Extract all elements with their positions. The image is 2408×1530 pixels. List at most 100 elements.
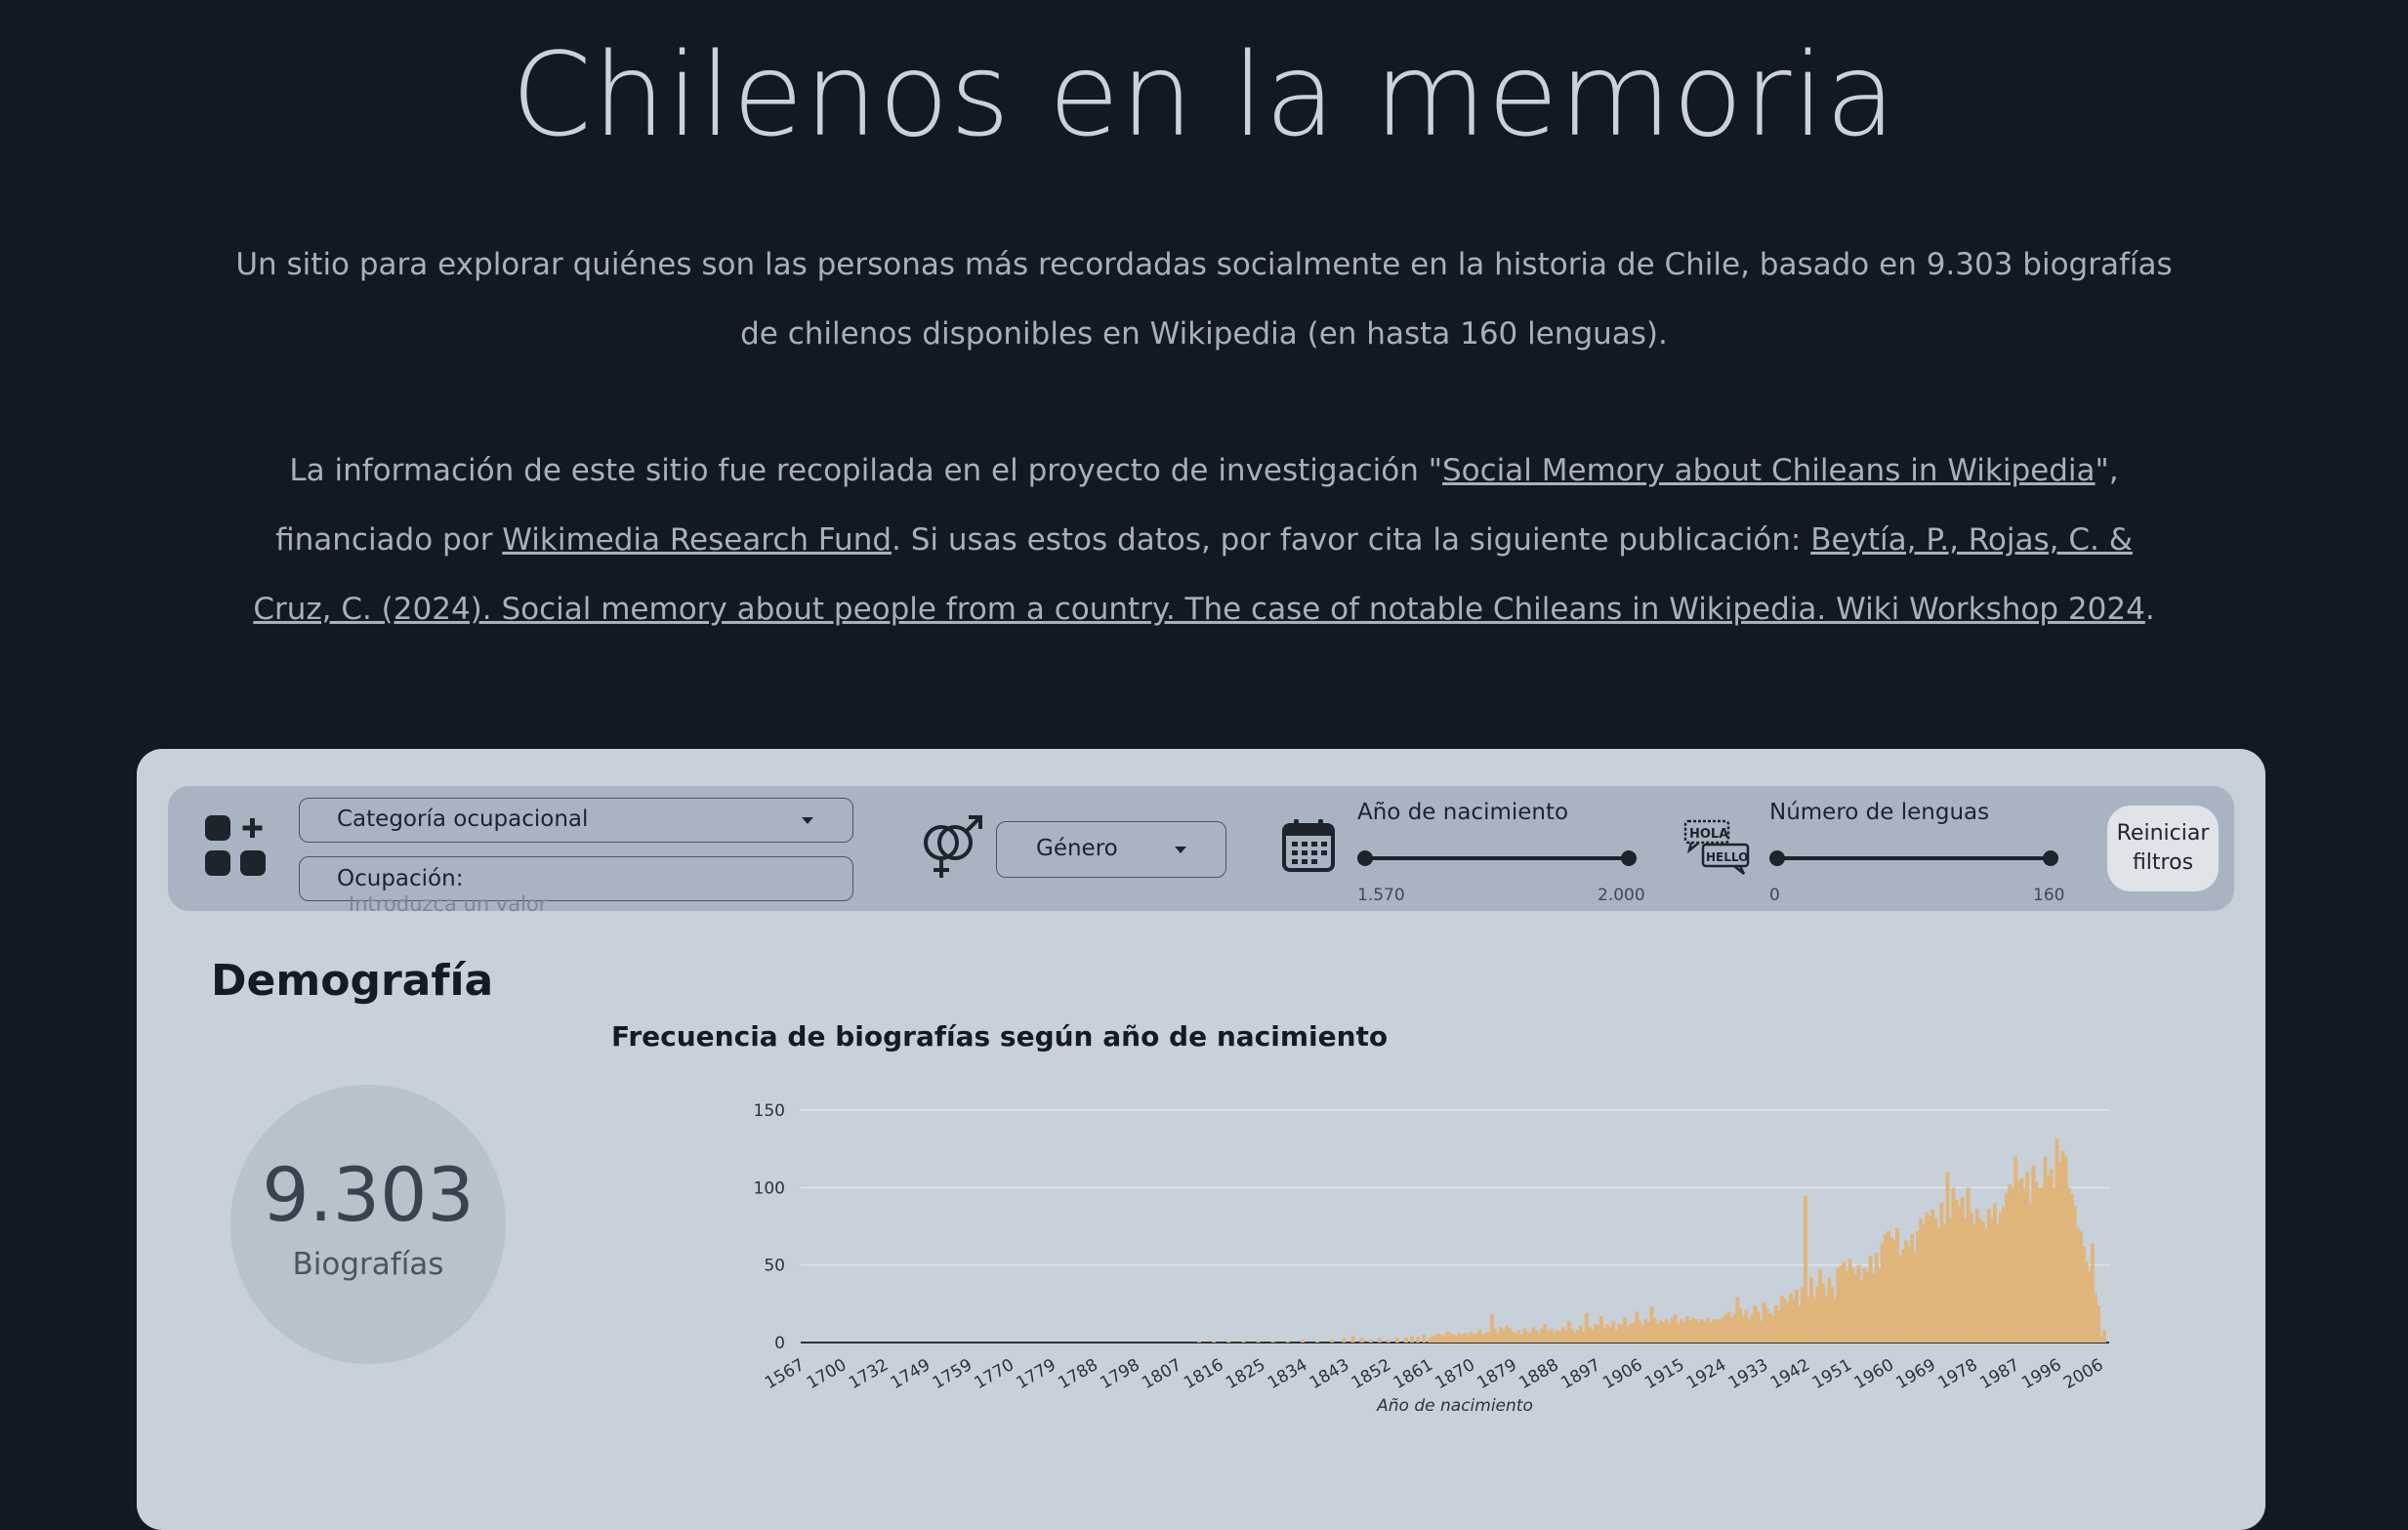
bar: [1196, 1341, 1201, 1343]
reset-label-2: filtros: [2132, 850, 2194, 875]
chevron-down-icon: [1175, 847, 1186, 853]
languages-title: Número de lenguas: [1769, 800, 1990, 825]
x-tick-label: 1749: [888, 1355, 934, 1393]
x-tick-label: 1915: [1641, 1355, 1687, 1393]
birth-year-min-label: 1.570: [1357, 886, 1405, 905]
svg-text:HOLA: HOLA: [1689, 827, 1728, 842]
x-tick-label: 1700: [804, 1355, 850, 1393]
bar: [1285, 1341, 1290, 1343]
apps-plus-icon: [205, 815, 266, 876]
y-tick-label: 150: [754, 1101, 785, 1121]
languages-track[interactable]: [1777, 856, 2051, 860]
languages-min-handle[interactable]: [1769, 850, 1785, 866]
bar: [1377, 1338, 1382, 1343]
languages-max-handle[interactable]: [2043, 850, 2058, 866]
x-tick-label: 1861: [1391, 1355, 1436, 1393]
credits-text-4: .: [2144, 592, 2155, 627]
bar: [1394, 1338, 1399, 1343]
x-tick-label: 1888: [1515, 1355, 1561, 1393]
bar: [1241, 1341, 1246, 1343]
x-tick-label: 1933: [1725, 1355, 1771, 1393]
bar: [1350, 1336, 1355, 1343]
x-tick-label: 1759: [930, 1355, 976, 1393]
gender-select-value: Género: [1036, 836, 1118, 861]
wikimedia-fund-link[interactable]: Wikimedia Research Fund: [502, 522, 892, 558]
x-tick-label: 1843: [1307, 1355, 1352, 1393]
bar: [1422, 1335, 1427, 1343]
x-tick-label: 1897: [1557, 1355, 1603, 1393]
x-tick-label: 1779: [1013, 1355, 1059, 1393]
x-tick-label: 1788: [1055, 1355, 1100, 1393]
x-tick-label: 1951: [1809, 1355, 1855, 1393]
x-tick-label: 1816: [1181, 1355, 1226, 1393]
bar: [1256, 1341, 1261, 1343]
bar: [1386, 1339, 1391, 1343]
birth-year-track[interactable]: [1365, 856, 1629, 860]
calendar-icon: [1282, 819, 1335, 872]
y-tick-label: 50: [764, 1257, 785, 1276]
dashboard-panel: Categoría ocupacional Ocupación: Género: [137, 749, 2265, 1530]
gender-symbol-icon: [924, 815, 982, 878]
x-tick-label: 1870: [1432, 1355, 1477, 1393]
x-tick-label: 1770: [972, 1355, 1017, 1393]
x-tick-label: 1960: [1851, 1355, 1897, 1393]
reset-label-1: Reiniciar: [2116, 821, 2210, 846]
languages-min-label: 0: [1769, 886, 1780, 905]
occupation-category-value: Categoría ocupacional: [337, 806, 589, 832]
section-title-demografia: Demografía: [211, 956, 494, 1006]
bar: [1212, 1341, 1217, 1343]
bar: [1270, 1341, 1275, 1343]
x-tick-label: 1906: [1599, 1355, 1645, 1393]
bar: [1404, 1338, 1409, 1343]
intro-text: Un sitio para explorar quiénes son las p…: [235, 247, 2173, 351]
gender-select[interactable]: Género: [996, 821, 1226, 878]
x-tick-label: 1825: [1223, 1355, 1268, 1393]
occupation-label: Ocupación:: [337, 866, 464, 891]
languages-slider[interactable]: Número de lenguas 0 160: [1769, 800, 2065, 907]
bar: [1416, 1336, 1421, 1343]
page-title: Chilenos en la memoria: [511, 27, 1897, 162]
occupation-category-select[interactable]: Categoría ocupacional: [299, 798, 853, 843]
svg-text:HELLO: HELLO: [1706, 850, 1748, 864]
reset-filters-button[interactable]: Reiniciar filtros: [2107, 806, 2219, 891]
biographies-kpi: 9.303 Biografías: [230, 1085, 506, 1364]
kpi-label: Biografías: [292, 1247, 444, 1282]
bar: [1315, 1341, 1320, 1343]
credits-text-3: . Si usas estos datos, por favor cita la…: [892, 522, 1811, 558]
x-tick-label: 1852: [1349, 1355, 1394, 1393]
occupation-input[interactable]: [349, 892, 700, 916]
y-tick-label: 100: [754, 1179, 785, 1198]
bar: [1330, 1339, 1335, 1343]
x-tick-label: 1924: [1683, 1355, 1729, 1393]
bar: [1410, 1336, 1415, 1343]
x-tick-label: 1798: [1097, 1355, 1142, 1393]
chevron-down-icon: [802, 817, 813, 824]
y-tick-label: 0: [774, 1334, 785, 1353]
languages-max-label: 160: [2033, 886, 2065, 905]
x-tick-label: 1834: [1265, 1355, 1310, 1393]
credits-text-1: La información de este sitio fue recopil…: [289, 453, 1442, 488]
credits-text: La información de este sitio fue recopil…: [234, 436, 2174, 644]
x-tick-label: 1732: [846, 1355, 892, 1393]
x-tick-label: 1942: [1767, 1355, 1813, 1393]
birth-year-title: Año de nacimiento: [1357, 800, 1569, 825]
x-tick-label: 1969: [1892, 1355, 1938, 1393]
bar: [1300, 1339, 1305, 1343]
occupation-field: Ocupación:: [299, 856, 853, 916]
project-link[interactable]: Social Memory about Chileans in Wikipedi…: [1442, 453, 2096, 488]
birth-year-min-handle[interactable]: [1357, 850, 1373, 866]
birth-year-histogram: 0 50 100 150 1567170017321749175917701779178…: [754, 1101, 2109, 1416]
bar: [1368, 1339, 1373, 1343]
x-axis-label: Año de nacimiento: [1376, 1396, 1533, 1416]
bar: [1342, 1338, 1347, 1343]
birth-year-max-handle[interactable]: [1621, 850, 1637, 866]
chart-title: Frecuencia de biografías según año de na…: [611, 1020, 1389, 1053]
x-tick-label: 1996: [2018, 1355, 2064, 1393]
hola-hello-speech-icon: HOLA HELLO: [1683, 819, 1750, 875]
birth-year-slider[interactable]: Año de nacimiento 1.570 2.000: [1357, 800, 1650, 907]
x-tick-label: 1567: [762, 1355, 808, 1393]
x-tick-label: 1879: [1474, 1355, 1519, 1393]
x-tick-label: 1807: [1139, 1355, 1184, 1393]
x-tick-label: 2006: [2060, 1355, 2106, 1393]
bar: [1359, 1338, 1364, 1343]
